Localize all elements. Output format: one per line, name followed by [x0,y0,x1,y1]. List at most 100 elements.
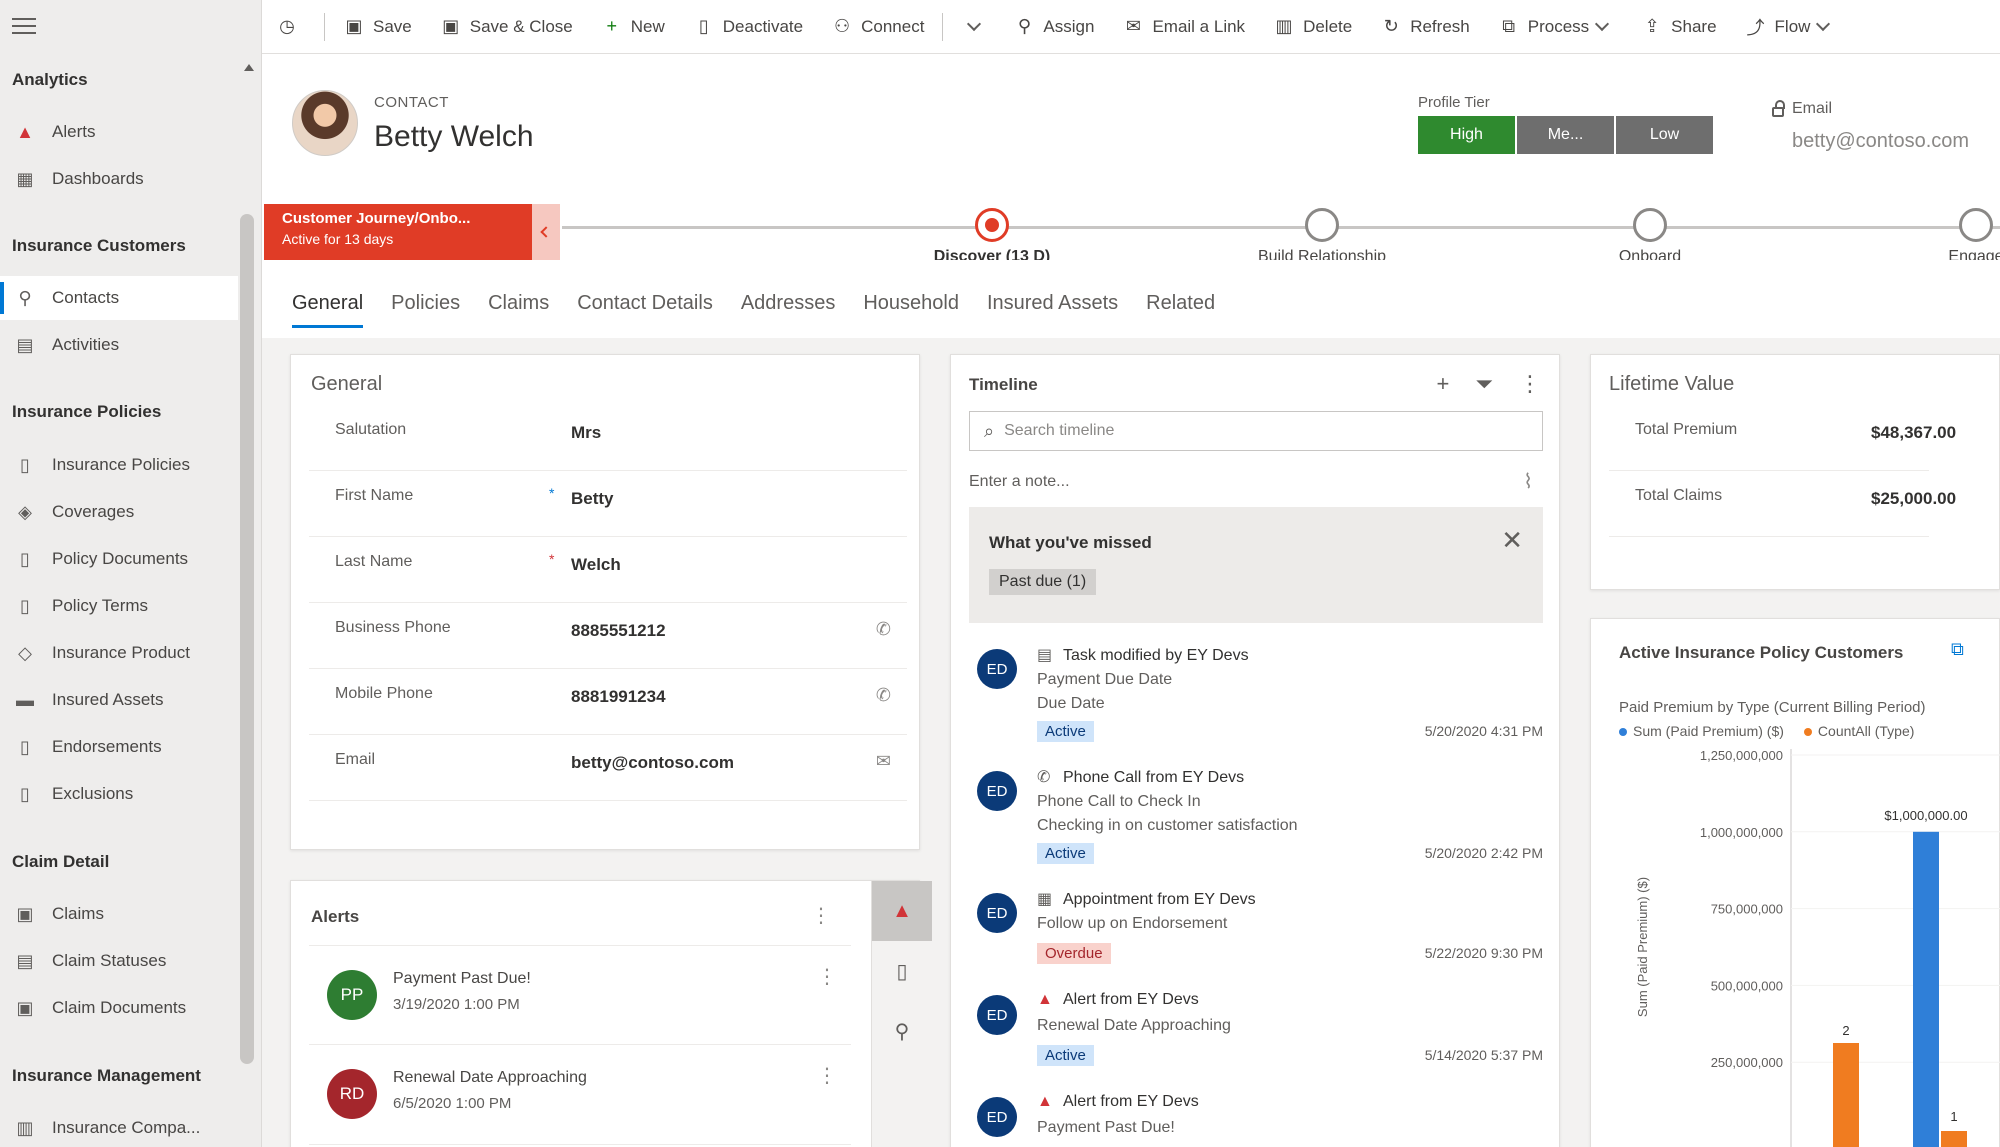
legend-item-premium[interactable]: Sum (Paid Premium) ($) [1619,723,1784,739]
nav-item-claims[interactable]: ▣ Claims [0,892,238,936]
attachment-icon[interactable]: ⌇ [1523,469,1533,494]
tier-high-button[interactable]: High [1418,116,1517,154]
tab-policies[interactable]: Policies [391,260,460,328]
phone-call-icon: ✆ [1037,769,1051,786]
history-button[interactable]: ◷ [262,0,320,54]
phone-icon[interactable]: ✆ [876,685,891,706]
more-options-icon[interactable]: ⋮ [811,903,831,928]
timeline-item[interactable]: ED ▤ Task modified by EY Devs Payment Due… [969,645,1543,755]
nav-item-insurance-companies[interactable]: ▥ Insurance Compa... [0,1106,238,1147]
deactivate-button[interactable]: ▯ Deactivate [679,0,817,54]
entity-type-label: CONTACT [374,94,449,111]
timeline-description: Checking in on customer satisfaction [1037,817,1298,834]
field-business-phone[interactable]: Business Phone 8885551212 ✆ [309,603,907,669]
plus-icon[interactable]: + [1437,371,1450,397]
whats-missed-panel: What you've missed ✕ Past due (1) [969,507,1543,623]
tab-insured-assets[interactable]: Insured Assets [987,260,1118,328]
more-options-icon[interactable]: ⋮ [817,1063,837,1088]
field-first-name[interactable]: First Name * Betty [309,471,907,537]
bpf-previous-button[interactable] [532,204,560,260]
save-close-button[interactable]: ▣ Save & Close [426,0,587,54]
timeline-item[interactable]: ED ▲ Alert from EY Devs Payment Past Due! [969,1093,1543,1147]
new-button[interactable]: + New [587,0,679,54]
nav-item-insurance-policies[interactable]: ▯ Insurance Policies [0,443,238,487]
field-value[interactable]: 8881991234 [571,687,666,707]
field-salutation[interactable]: Salutation Mrs [309,405,907,471]
alert-icon[interactable]: ▲ [872,881,932,941]
stage-discover[interactable]: Discover (13 D) [892,208,1092,266]
past-due-filter[interactable]: Past due (1) [989,569,1097,595]
stage-onboard[interactable]: Onboard [1550,208,1750,266]
alert-item[interactable]: PP Payment Past Due! 3/19/2020 1:00 PM ⋮ [309,945,851,1045]
tab-addresses[interactable]: Addresses [741,260,836,328]
save-button[interactable]: ▣ Save [329,0,426,54]
building-icon: ▥ [16,1117,34,1138]
nav-item-claim-statuses[interactable]: ▤ Claim Statuses [0,939,238,983]
nav-item-exclusions[interactable]: ▯ Exclusions [0,772,238,816]
stage-build-relationship[interactable]: Build Relationship [1222,208,1422,266]
nav-item-policy-terms[interactable]: ▯ Policy Terms [0,584,238,628]
field-value[interactable]: 8885551212 [571,621,666,641]
assign-button[interactable]: ⚲ Assign [999,0,1108,54]
field-email[interactable]: Email betty@contoso.com ✉ [309,735,907,801]
connect-button[interactable]: ⚇ Connect [817,0,938,54]
field-total-premium[interactable]: Total Premium $48,367.00 [1609,405,1956,471]
more-options-icon[interactable]: ⋮ [817,964,837,989]
tier-medium-button[interactable]: Me... [1517,116,1616,154]
filter-icon[interactable]: ⏷ [1475,371,1493,397]
timeline-search-input[interactable]: ⌕ Search timeline [969,411,1543,451]
connect-dropdown-button[interactable] [947,0,999,54]
tier-low-button[interactable]: Low [1616,116,1715,154]
expand-chart-icon[interactable]: ⧉ [1951,639,1964,660]
stage-engage[interactable]: Engage [1876,208,2000,266]
tab-related[interactable]: Related [1146,260,1215,328]
tab-household[interactable]: Household [863,260,959,328]
nav-collapse-caret-icon[interactable] [244,64,254,71]
note-input[interactable]: Enter a note... ⌇ [969,471,1543,493]
process-button[interactable]: ⧉ Process [1484,0,1627,54]
nav-item-coverages[interactable]: ◈ Coverages [0,490,238,534]
email-link-button[interactable]: ✉ Email a Link [1108,0,1259,54]
timeline-subject: Phone Call to Check In [1037,793,1201,810]
more-options-icon[interactable]: ⋮ [1519,371,1541,397]
nav-item-activities[interactable]: ▤ Activities [0,323,238,367]
nav-item-dashboards[interactable]: ▦ Dashboards [0,157,238,201]
timeline-item[interactable]: ED ▦ Appointment from EY Devs Follow up o… [969,889,1543,979]
nav-item-claim-documents[interactable]: ▣ Claim Documents [0,986,238,1030]
mail-icon[interactable]: ✉ [876,751,891,772]
delete-button[interactable]: ▥ Delete [1259,0,1366,54]
alert-item[interactable]: RD Renewal Date Approaching 6/5/2020 1:0… [309,1045,851,1145]
close-icon[interactable]: ✕ [1501,525,1523,556]
refresh-button[interactable]: ↻ Refresh [1366,0,1484,54]
field-value[interactable]: betty@contoso.com [571,753,734,773]
active-process-flyout[interactable]: Customer Journey/Onbo... Active for 13 d… [264,204,532,260]
timeline-item[interactable]: ED ▲ Alert from EY Devs Renewal Date Appr… [969,991,1543,1081]
save-icon: ▣ [345,16,363,36]
tab-contact-details[interactable]: Contact Details [577,260,713,328]
phone-icon[interactable]: ✆ [876,619,891,640]
tab-general[interactable]: General [292,260,364,328]
document-icon[interactable]: ▯ [872,941,932,1001]
field-value[interactable]: Mrs [571,423,601,443]
field-value[interactable]: Betty [571,489,614,509]
nav-item-policy-documents[interactable]: ▯ Policy Documents [0,537,238,581]
hamburger-menu-icon[interactable] [12,18,36,36]
nav-item-endorsements[interactable]: ▯ Endorsements [0,725,238,769]
flow-button[interactable]: ⤴ Flow [1731,0,1849,54]
field-total-claims[interactable]: Total Claims $25,000.00 [1609,471,1956,537]
person-icon[interactable]: ⚲ [872,1001,932,1061]
nav-scrollbar[interactable] [240,214,254,1064]
site-map-nav: Analytics ▲ Alerts ▦ Dashboards Insurance … [0,0,262,1147]
nav-item-insurance-product[interactable]: ◇ Insurance Product [0,631,238,675]
nav-item-insured-assets[interactable]: ▬ Insured Assets [0,678,238,722]
nav-item-alerts[interactable]: ▲ Alerts [0,110,238,154]
tab-claims[interactable]: Claims [488,260,549,328]
nav-item-contacts[interactable]: ⚲ Contacts [0,276,238,320]
field-mobile-phone[interactable]: Mobile Phone 8881991234 ✆ [309,669,907,735]
field-last-name[interactable]: Last Name * Welch [309,537,907,603]
timeline-item[interactable]: ED ✆ Phone Call from EY Devs Phone Call t… [969,767,1543,877]
mail-icon: ✉ [1125,16,1141,36]
field-value[interactable]: Welch [571,555,621,575]
legend-item-count[interactable]: CountAll (Type) [1803,723,1914,739]
share-button[interactable]: ⇪ Share [1627,0,1730,54]
